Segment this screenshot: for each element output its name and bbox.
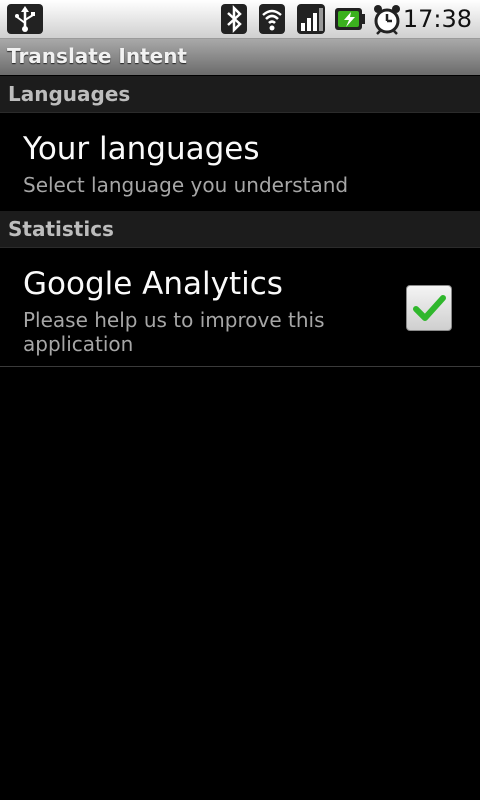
alarm-clock-icon — [374, 5, 400, 35]
pref-your-languages[interactable]: Your languages Select language you under… — [0, 113, 480, 211]
usb-icon — [7, 4, 43, 34]
signal-icon — [297, 4, 325, 34]
section-header-statistics: Statistics — [0, 211, 480, 248]
battery-charging-icon — [335, 8, 365, 30]
bluetooth-icon — [221, 4, 247, 34]
section-header-languages: Languages — [0, 76, 480, 113]
section-header-label: Statistics — [8, 217, 114, 241]
pref-summary-line1: Please help us to improve this — [23, 308, 325, 332]
pref-summary: Select language you understand — [23, 173, 349, 197]
section-header-label: Languages — [8, 82, 131, 106]
wifi-icon — [259, 4, 285, 34]
app-title: Translate Intent — [7, 44, 187, 68]
status-time: 17:38 — [402, 5, 472, 33]
pref-google-analytics[interactable]: Google Analytics Please help us to impro… — [0, 248, 480, 366]
pref-title: Google Analytics — [23, 266, 283, 302]
pref-summary-line2: application — [23, 332, 134, 356]
analytics-checkbox[interactable] — [406, 285, 452, 331]
status-bar: 17:38 — [0, 0, 480, 39]
checkmark-icon — [413, 295, 446, 321]
pref-title: Your languages — [23, 131, 260, 167]
list-divider — [0, 366, 480, 367]
app-title-bar: Translate Intent — [0, 39, 480, 75]
